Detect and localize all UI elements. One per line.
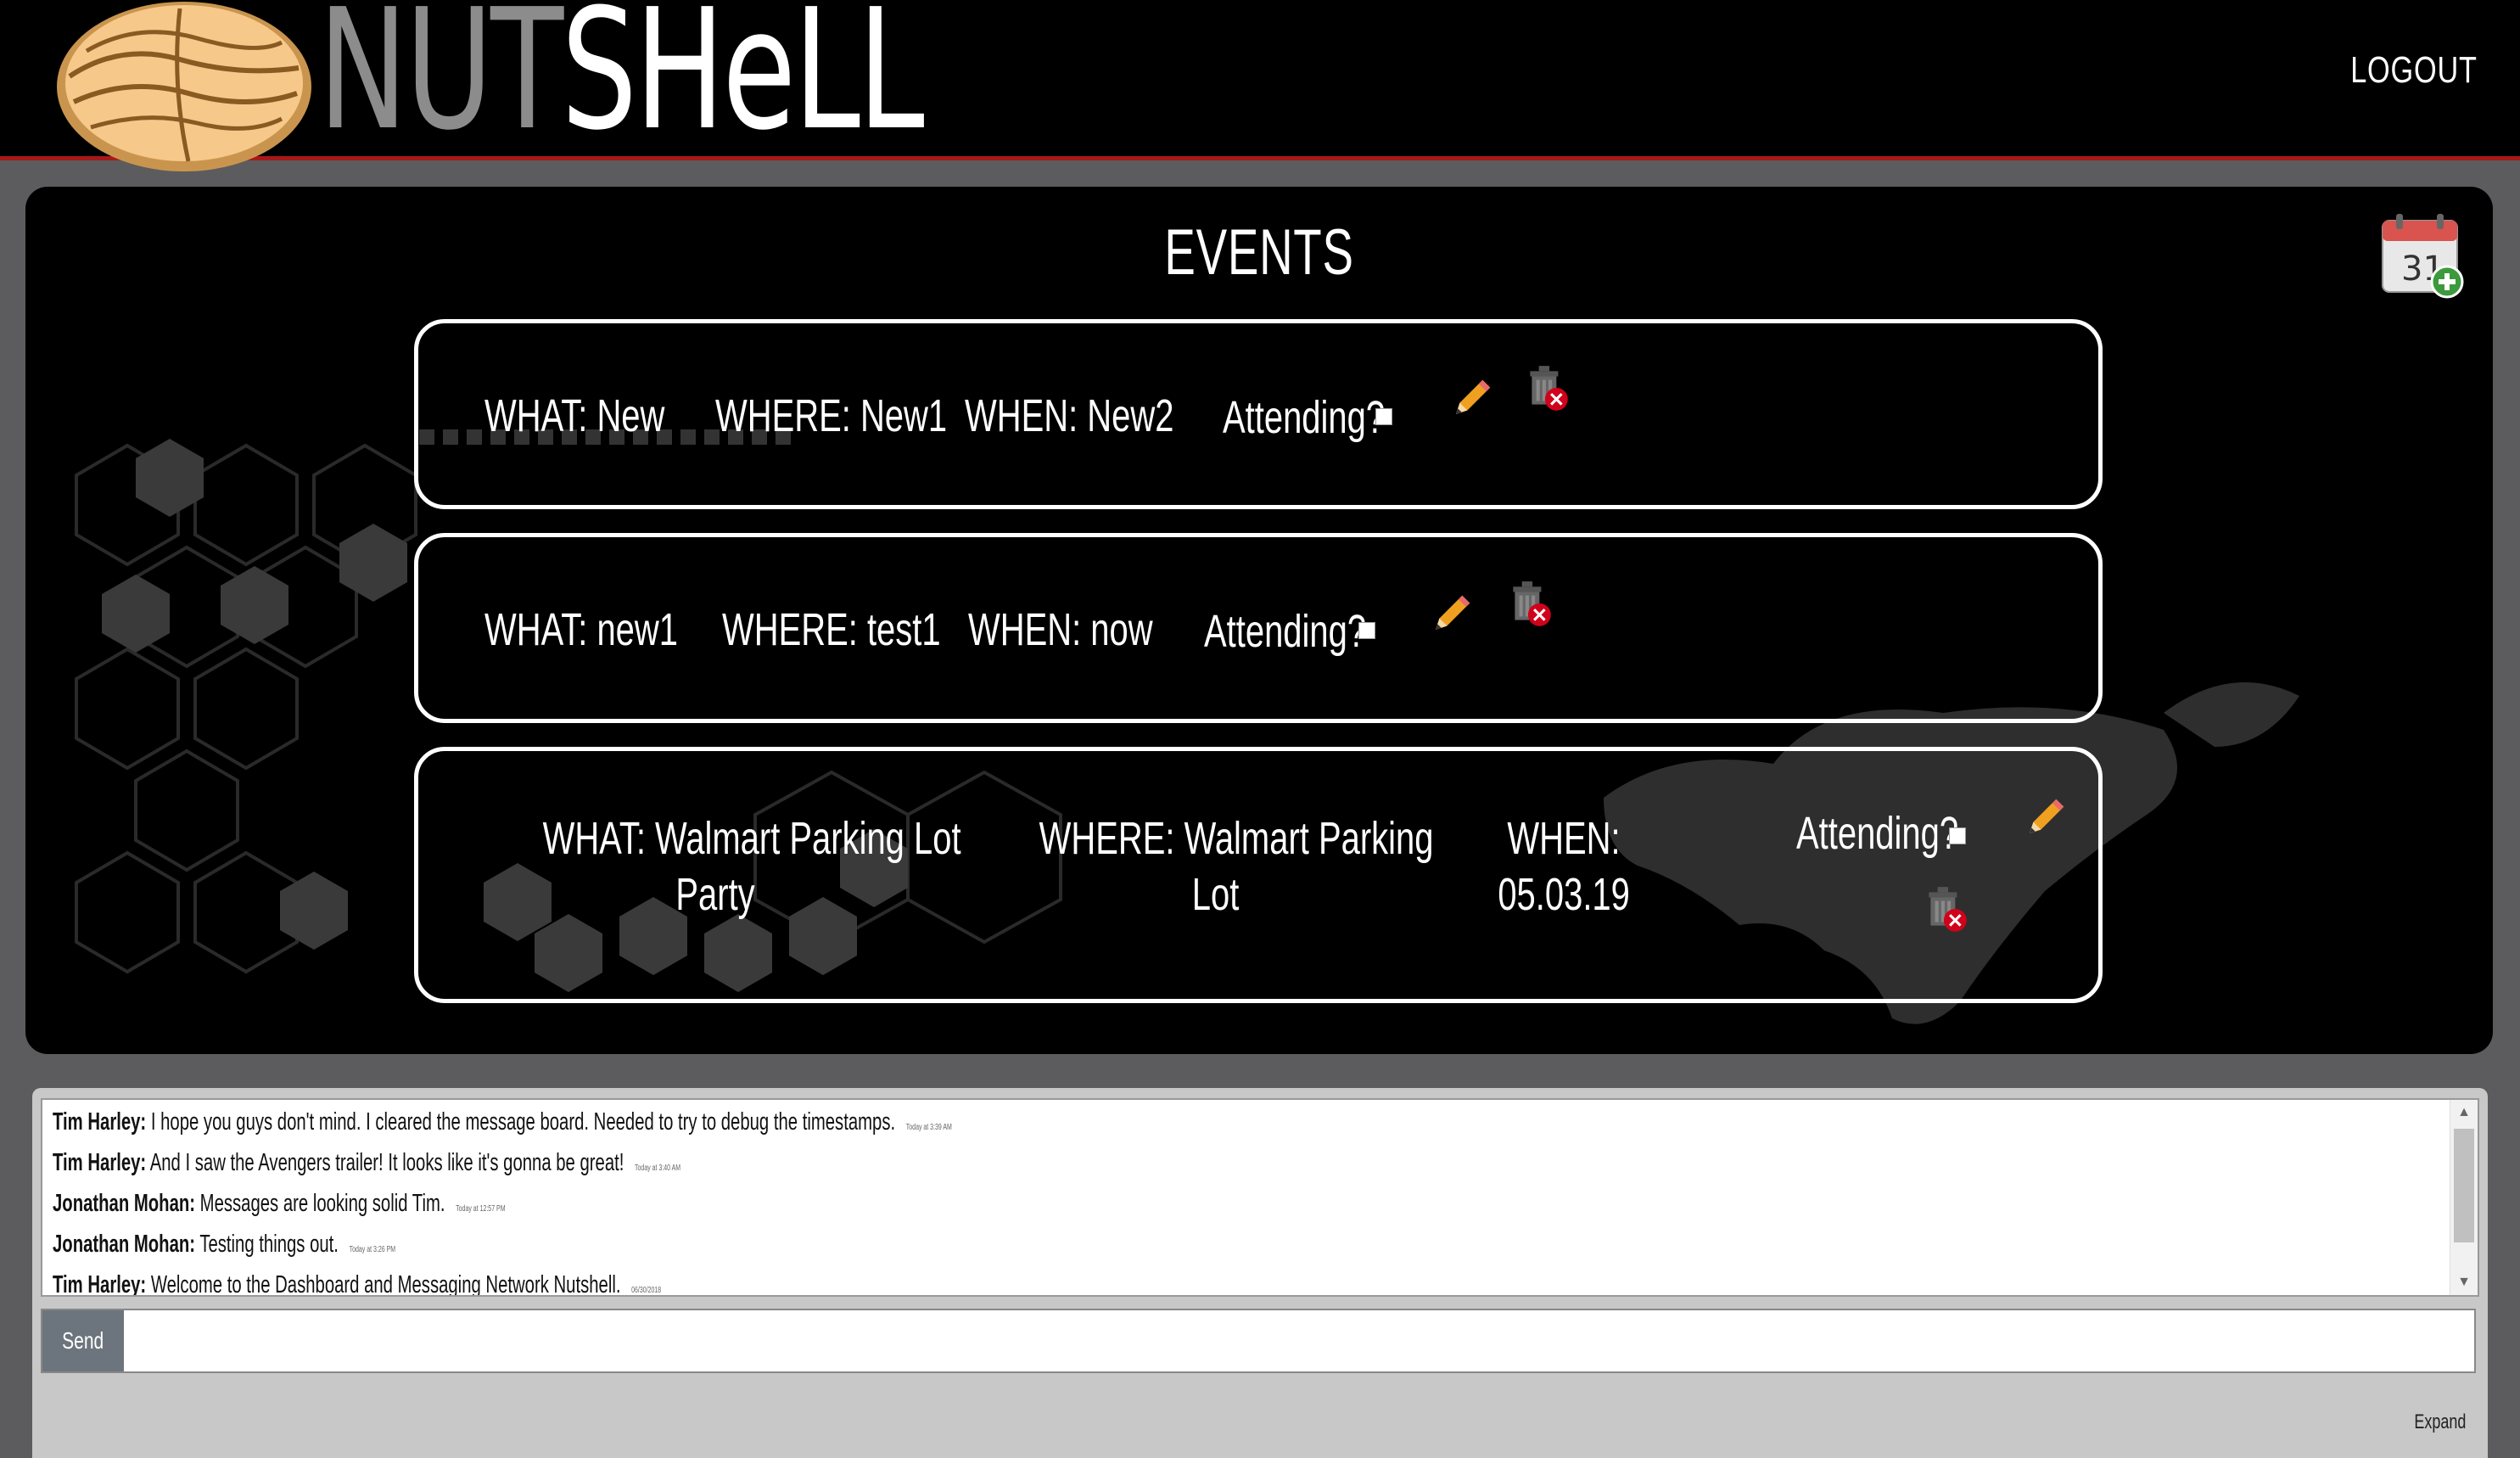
event-attending-label: Attending? [1204,606,1367,657]
attending-checkbox[interactable] [1949,827,1966,844]
pencil-edit-icon[interactable] [1448,374,1496,422]
message-item: Tim Harley: I hope you guys don't mind. … [53,1103,952,1141]
logo-part-shell: SHeLL [561,0,924,167]
event-when: WHEN: now [968,604,1153,655]
events-panel: EVENTS 31 WHAT: New WHERE: New1 WHEN: Ne… [25,187,2493,1054]
events-title: EVENTS [1164,216,1354,289]
walnut-logo-icon [57,2,311,171]
message-item: Jonathan Mohan: Testing things out. Toda… [53,1225,395,1263]
app-logo-text: NUTSHeLL [318,0,925,160]
trash-delete-icon[interactable] [1521,362,1574,415]
message-author: Jonathan Mohan: [53,1190,196,1217]
logout-button[interactable]: LOGOUT [2350,49,2478,92]
event-card: WHAT: New WHERE: New1 WHEN: New2 Attendi… [414,319,2103,509]
message-timestamp: Today at 12:57 PM [456,1204,506,1214]
message-author: Tim Harley: [53,1149,147,1176]
message-input[interactable] [126,1310,2472,1371]
event-where: WHERE: Walmart Parking Lot [1039,813,1434,920]
message-text: Welcome to the Dashboard and Messaging N… [150,1271,621,1297]
message-timestamp: 06/30/2018 [631,1286,662,1295]
message-compose-row: Send [41,1309,2476,1373]
pencil-edit-icon[interactable] [1428,590,1476,637]
message-text: Messages are looking solid Tim. [199,1190,445,1217]
event-when: WHEN: New2 [965,390,1174,441]
app-header: NUTSHeLL LOGOUT [0,0,2520,171]
scroll-up-arrow-icon[interactable]: ▲ [2450,1100,2478,1125]
event-what: WHAT: new1 [484,604,678,655]
message-item: Tim Harley: And I saw the Avengers trail… [53,1144,680,1181]
event-attending-label: Attending? [1223,392,1386,443]
calendar-add-icon[interactable]: 31 [2379,212,2467,300]
message-scrollbar[interactable]: ▲ ▼ [2450,1100,2478,1295]
message-text: Testing things out. [199,1231,339,1258]
message-list[interactable]: Tim Harley: I hope you guys don't mind. … [41,1098,2479,1297]
attending-checkbox[interactable] [1358,622,1375,639]
event-what: WHAT: New [484,390,665,441]
message-timestamp: Today at 3:26 PM [349,1245,396,1254]
trash-delete-icon[interactable] [1504,578,1557,631]
chat-panel: Tim Harley: I hope you guys don't mind. … [32,1088,2488,1458]
attending-checkbox[interactable] [1375,408,1392,425]
scroll-thumb[interactable] [2454,1129,2474,1242]
message-item: Tim Harley: Welcome to the Dashboard and… [53,1266,662,1297]
message-timestamp: Today at 3:39 AM [905,1123,952,1132]
message-author: Jonathan Mohan: [53,1231,196,1258]
message-item: Jonathan Mohan: Messages are looking sol… [53,1185,506,1222]
logo-part-nut: NUT [318,0,563,167]
trash-delete-icon[interactable] [1920,883,1973,936]
message-text: I hope you guys don't mind. I cleared th… [150,1108,896,1136]
expand-link[interactable]: Expand [2414,1410,2466,1434]
send-button[interactable]: Send [42,1310,124,1371]
message-author: Tim Harley: [53,1271,147,1297]
event-what: WHAT: Walmart Parking Lot Party [542,813,961,920]
message-timestamp: Today at 3:40 AM [635,1164,681,1173]
event-card: WHAT: new1 WHERE: test1 WHEN: now Attend… [414,533,2103,723]
event-when: WHEN: 05.03.19 [1498,813,1630,920]
pencil-edit-icon[interactable] [2022,793,2069,841]
event-attending-label: Attending? [1796,808,1959,859]
message-text: And I saw the Avengers trailer! It looks… [149,1149,624,1176]
message-author: Tim Harley: [53,1108,147,1136]
event-card: WHAT: Walmart Parking Lot Party WHERE: W… [414,747,2103,1003]
scroll-down-arrow-icon[interactable]: ▼ [2450,1270,2478,1295]
